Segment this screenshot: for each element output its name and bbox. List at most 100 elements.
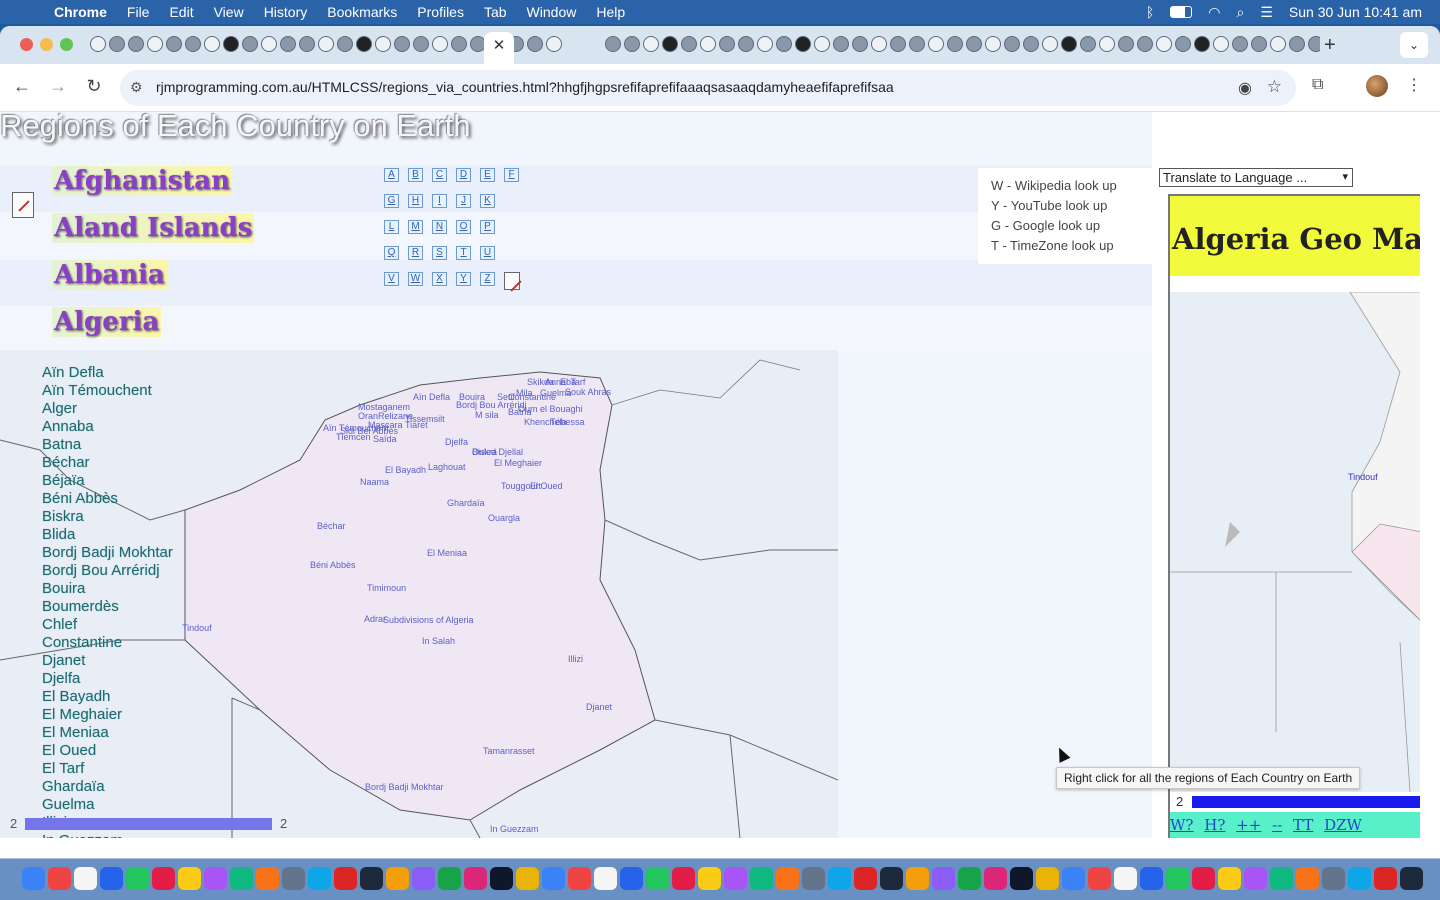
map-region-label[interactable]: Subdivisions of Algeria bbox=[383, 615, 474, 625]
tab-favicon[interactable] bbox=[643, 36, 659, 52]
dock-app-icon[interactable] bbox=[282, 867, 305, 890]
tab-favicon[interactable] bbox=[1061, 36, 1077, 52]
tab-favicon[interactable] bbox=[280, 36, 296, 52]
tab-favicon[interactable] bbox=[318, 36, 334, 52]
help-lookup-link[interactable]: H? bbox=[1204, 816, 1225, 834]
dock-app-icon[interactable] bbox=[308, 867, 331, 890]
timezone-lookup-link[interactable]: TT bbox=[1293, 816, 1313, 834]
menu-window[interactable]: Window bbox=[527, 4, 577, 20]
tab-favicon[interactable] bbox=[185, 36, 201, 52]
menu-bookmarks[interactable]: Bookmarks bbox=[327, 4, 397, 20]
geo-slider-track[interactable] bbox=[1192, 796, 1420, 808]
tab-favicon[interactable] bbox=[624, 36, 640, 52]
tab-favicon[interactable] bbox=[928, 36, 944, 52]
region-item[interactable]: Blida bbox=[42, 526, 173, 544]
tab-favicon[interactable] bbox=[413, 36, 429, 52]
region-item[interactable]: Alger bbox=[42, 400, 173, 418]
dock-app-icon[interactable] bbox=[100, 867, 123, 890]
dock-app-icon[interactable] bbox=[750, 867, 773, 890]
dock-app-icon[interactable] bbox=[1218, 867, 1241, 890]
map-region-label[interactable]: Tiaret bbox=[405, 420, 428, 430]
map-region-label[interactable]: Bordj Badji Mokhtar bbox=[365, 782, 444, 792]
edit-pencil-icon[interactable] bbox=[12, 192, 34, 218]
tab-favicon[interactable] bbox=[1308, 36, 1320, 52]
wifi-icon[interactable]: ◠ bbox=[1208, 4, 1220, 21]
tab-favicon[interactable] bbox=[1213, 36, 1229, 52]
zoom-in-link[interactable]: ++ bbox=[1236, 816, 1261, 834]
letter-button-n[interactable]: N bbox=[432, 220, 447, 234]
tab-favicon[interactable] bbox=[1137, 36, 1153, 52]
letter-button-w[interactable]: W bbox=[408, 272, 423, 286]
letter-button-a[interactable]: A bbox=[384, 168, 399, 182]
dock-app-icon[interactable] bbox=[1322, 867, 1345, 890]
country-link-algeria[interactable]: Algeria bbox=[52, 307, 162, 337]
dock-app-icon[interactable] bbox=[1036, 867, 1059, 890]
dock-app-icon[interactable] bbox=[438, 867, 461, 890]
dock-app-icon[interactable] bbox=[932, 867, 955, 890]
tab-favicon[interactable] bbox=[719, 36, 735, 52]
dock-app-icon[interactable] bbox=[776, 867, 799, 890]
map-region-label[interactable]: In Guezzam bbox=[490, 824, 539, 834]
letter-button-j[interactable]: J bbox=[456, 194, 471, 208]
dock-app-icon[interactable] bbox=[568, 867, 591, 890]
letter-button-y[interactable]: Y bbox=[456, 272, 471, 286]
region-item[interactable]: Annaba bbox=[42, 418, 173, 436]
tab-favicon[interactable] bbox=[681, 36, 697, 52]
spotlight-search-icon[interactable]: ⌕ bbox=[1236, 4, 1244, 21]
tab-favicon[interactable] bbox=[605, 36, 621, 52]
letter-button-g[interactable]: G bbox=[384, 194, 399, 208]
map-region-label[interactable]: Saïda bbox=[373, 434, 397, 444]
dock-app-icon[interactable] bbox=[490, 867, 513, 890]
tab-favicon[interactable] bbox=[1080, 36, 1096, 52]
menu-edit[interactable]: Edit bbox=[169, 4, 193, 20]
letter-button-t[interactable]: T bbox=[456, 246, 471, 260]
letter-button-k[interactable]: K bbox=[480, 194, 495, 208]
dock-app-icon[interactable] bbox=[48, 867, 71, 890]
letter-button-c[interactable]: C bbox=[432, 168, 447, 182]
dock-app-icon[interactable] bbox=[854, 867, 877, 890]
region-item[interactable]: Bordj Bou Arréridj bbox=[42, 562, 173, 580]
tab-favicon[interactable] bbox=[546, 36, 562, 52]
tracking-eye-icon[interactable]: ◉ bbox=[1238, 78, 1252, 98]
letter-button-o[interactable]: O bbox=[456, 220, 471, 234]
tab-favicon[interactable] bbox=[1251, 36, 1267, 52]
slider-track[interactable] bbox=[25, 818, 272, 830]
letter-button-x[interactable]: X bbox=[432, 272, 447, 286]
map-region-label[interactable]: El Meghaier bbox=[494, 458, 542, 468]
map-region-label[interactable]: Béni Abbès bbox=[310, 560, 356, 570]
forward-arrow-icon[interactable]: → bbox=[46, 76, 70, 97]
map-region-label[interactable]: Naama bbox=[360, 477, 389, 487]
battery-icon[interactable] bbox=[1170, 6, 1193, 18]
menu-tab[interactable]: Tab bbox=[484, 4, 507, 20]
tab-favicon[interactable] bbox=[261, 36, 277, 52]
country-link-afghanistan[interactable]: Afghanistan bbox=[52, 166, 233, 196]
map-region-label[interactable]: In Salah bbox=[422, 636, 455, 646]
letter-button-b[interactable]: B bbox=[408, 168, 423, 182]
dock-app-icon[interactable] bbox=[802, 867, 825, 890]
dock-app-icon[interactable] bbox=[542, 867, 565, 890]
menu-profiles[interactable]: Profiles bbox=[417, 4, 464, 20]
dock-app-icon[interactable] bbox=[958, 867, 981, 890]
tab-favicon[interactable] bbox=[299, 36, 315, 52]
menu-help[interactable]: Help bbox=[596, 4, 625, 20]
map-region-label[interactable]: Djanet bbox=[586, 702, 612, 712]
new-tab-button[interactable]: + bbox=[1324, 34, 1336, 57]
tab-favicon[interactable] bbox=[852, 36, 868, 52]
letter-button-p[interactable]: P bbox=[480, 220, 495, 234]
region-item[interactable]: Boumerdès bbox=[42, 598, 173, 616]
dock-app-icon[interactable] bbox=[412, 867, 435, 890]
dock-app-icon[interactable] bbox=[1296, 867, 1319, 890]
region-item[interactable]: Aïn Defla bbox=[42, 364, 173, 382]
map-region-label[interactable]: M sila bbox=[475, 410, 499, 420]
map-region-label[interactable]: Béchar bbox=[317, 521, 346, 531]
dock-app-icon[interactable] bbox=[516, 867, 539, 890]
tab-favicon[interactable] bbox=[356, 36, 372, 52]
letter-button-z[interactable]: Z bbox=[480, 272, 495, 286]
reload-icon[interactable]: ↻ bbox=[82, 76, 106, 97]
dock-app-icon[interactable] bbox=[1400, 867, 1423, 890]
menu-clock[interactable]: Sun 30 Jun 10:41 am bbox=[1289, 4, 1422, 20]
bookmark-star-icon[interactable]: ☆ bbox=[1267, 77, 1282, 97]
region-item[interactable]: Béni Abbès bbox=[42, 490, 173, 508]
tab-favicon[interactable] bbox=[776, 36, 792, 52]
map-region-label[interactable]: Ghardaïa bbox=[447, 498, 485, 508]
